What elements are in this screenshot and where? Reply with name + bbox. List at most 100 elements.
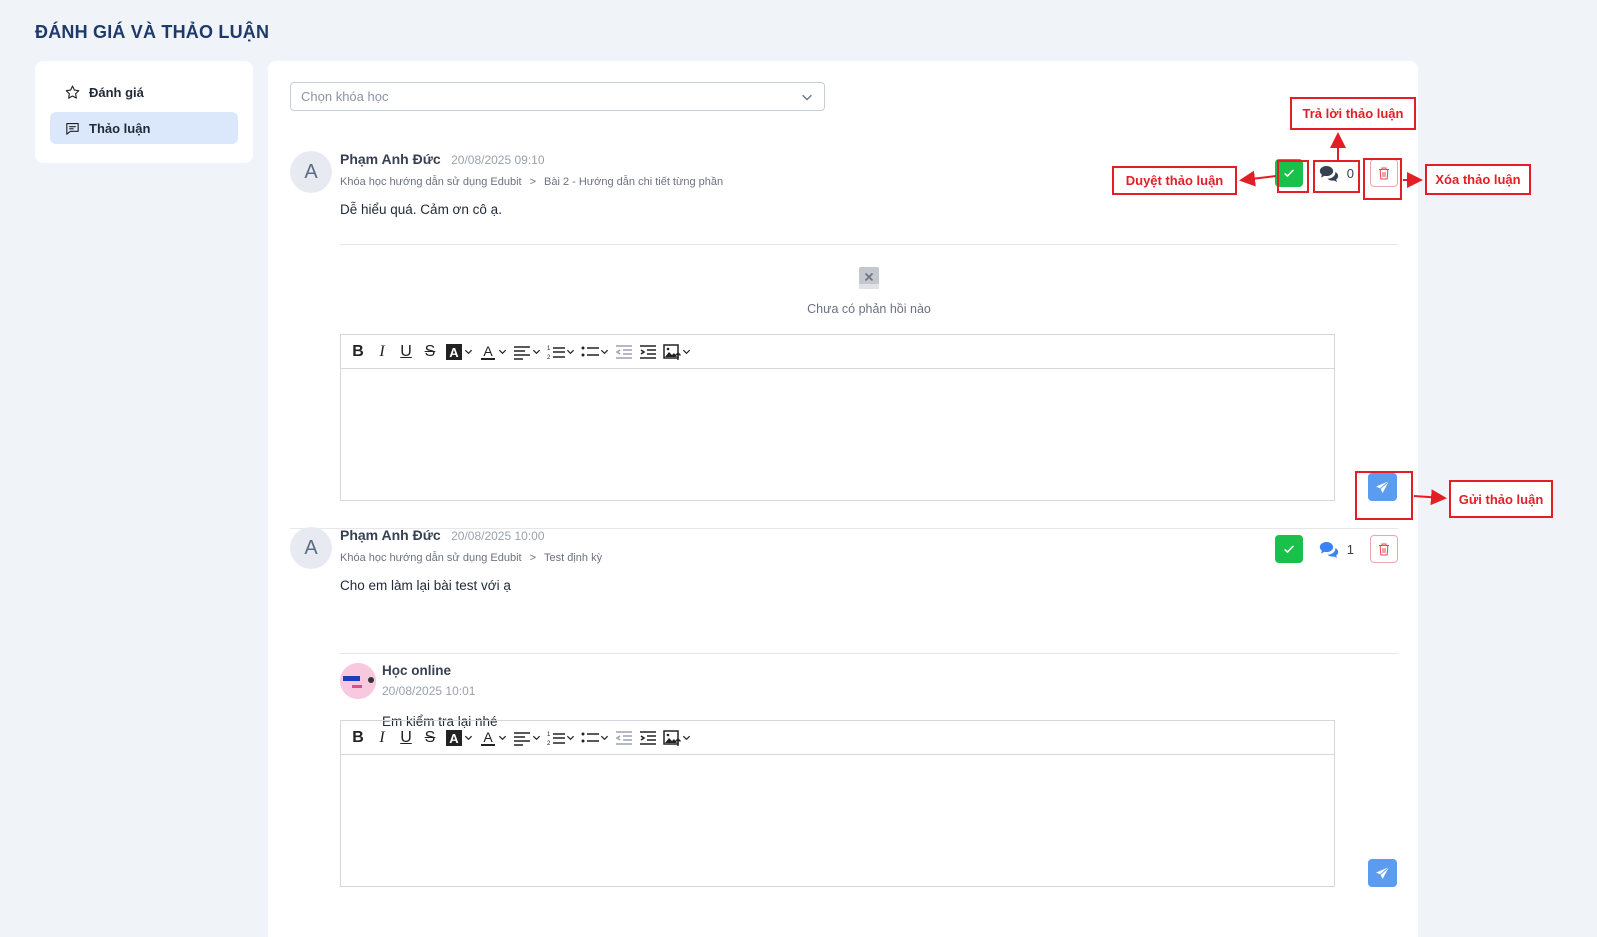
annotation-box-delete (1363, 158, 1402, 200)
svg-text:A: A (449, 731, 459, 746)
ordered-list-button[interactable]: 12 (547, 726, 575, 750)
highlight-color-button[interactable]: A (445, 340, 473, 364)
svg-text:2: 2 (547, 355, 551, 360)
lesson-name: Bài 2 - Hướng dẫn chi tiết từng phần (544, 176, 724, 188)
author-name: Phạm Anh Đức (340, 527, 441, 543)
italic-icon: I (379, 342, 385, 360)
ordered-list-button[interactable]: 12 (547, 340, 575, 364)
font-color-icon: A (481, 730, 495, 746)
chevron-down-icon (464, 349, 473, 355)
divider (340, 244, 1398, 245)
course-name: Khóa học hướng dẫn sử dụng Edubit (340, 176, 522, 188)
avatar: A (290, 527, 332, 569)
ordered-list-icon: 12 (547, 732, 565, 746)
delete-button[interactable] (1370, 535, 1398, 563)
indent-button[interactable] (639, 340, 657, 364)
strikethrough-button[interactable]: S (421, 726, 439, 750)
chevron-down-icon (532, 349, 541, 355)
breadcrumb-separator: > (529, 552, 537, 564)
align-button[interactable] (513, 340, 541, 364)
highlight-color-button[interactable]: A (445, 726, 473, 750)
main-panel: Chọn khóa học A Phạm Anh Đức 20/08/2025 … (268, 61, 1418, 937)
align-button[interactable] (513, 726, 541, 750)
sidebar-item-thao-luan[interactable]: Thảo luận (50, 112, 238, 144)
send-button[interactable] (1368, 859, 1397, 887)
indent-button[interactable] (639, 726, 657, 750)
post-time: 20/08/2025 09:10 (451, 153, 545, 167)
course-select-placeholder: Chọn khóa học (301, 89, 389, 104)
star-icon (65, 85, 80, 99)
indent-icon (640, 730, 656, 745)
align-left-icon (514, 731, 530, 746)
reply-time: 20/08/2025 10:01 (382, 684, 476, 698)
chevron-down-icon (566, 735, 575, 741)
outdent-icon (615, 730, 632, 745)
italic-button[interactable]: I (373, 340, 391, 364)
empty-box-icon (859, 267, 879, 289)
author-name: Phạm Anh Đức (340, 151, 441, 167)
trash-icon (1379, 543, 1389, 555)
reply-editor: B I U S A A 12 (340, 720, 1335, 887)
breadcrumb: Khóa học hướng dẫn sử dụng Edubit > Bài 2 … (340, 176, 723, 188)
bullet-list-button[interactable] (581, 726, 609, 750)
reply-editor: B I U S A A 12 (340, 334, 1335, 501)
svg-text:A: A (483, 344, 493, 359)
page-title: ĐÁNH GIÁ VÀ THẢO LUẬN (35, 22, 270, 42)
font-color-icon: A (481, 344, 495, 360)
sidebar-item-danh-gia[interactable]: Đánh giá (50, 76, 238, 108)
sidebar-item-label: Thảo luận (89, 120, 151, 136)
font-color-button[interactable]: A (479, 726, 507, 750)
svg-text:A: A (483, 730, 493, 745)
editor-toolbar: B I U S A A 12 (341, 721, 1334, 755)
underline-button[interactable]: U (397, 340, 415, 364)
highlight-icon: A (446, 729, 462, 746)
reply-count-button[interactable]: 1 (1313, 541, 1360, 558)
comments-icon (1319, 541, 1338, 558)
chevron-down-icon (566, 349, 575, 355)
chevron-down-icon (802, 94, 812, 101)
ordered-list-icon: 12 (547, 346, 565, 360)
indent-icon (640, 344, 656, 359)
insert-image-button[interactable] (663, 340, 691, 364)
bullet-list-button[interactable] (581, 340, 609, 364)
annotation-box-approve (1277, 160, 1309, 193)
bold-button[interactable]: B (349, 726, 367, 750)
strikethrough-button[interactable]: S (421, 340, 439, 364)
svg-text:1: 1 (547, 346, 551, 352)
outdent-button[interactable] (615, 340, 633, 364)
bold-button[interactable]: B (349, 340, 367, 364)
italic-icon: I (379, 728, 385, 746)
editor-text-area[interactable] (341, 369, 1334, 500)
avatar: A (290, 151, 332, 193)
approve-button[interactable] (1274, 535, 1303, 563)
annotation-label-approve: Duyệt thảo luận (1112, 166, 1237, 195)
discussion-content: Cho em làm lại bài test với ạ (340, 578, 511, 593)
course-select[interactable]: Chọn khóa học (290, 82, 825, 111)
chat-icon (66, 122, 79, 135)
svg-text:1: 1 (547, 732, 551, 738)
discussion-content: Dễ hiểu quá. Cảm ơn cô ạ. (340, 202, 502, 217)
chevron-down-icon (682, 349, 691, 355)
italic-button[interactable]: I (373, 726, 391, 750)
post-time: 20/08/2025 10:00 (451, 529, 545, 543)
chevron-down-icon (464, 735, 473, 741)
svg-text:2: 2 (547, 741, 551, 746)
chevron-down-icon (600, 735, 609, 741)
font-color-button[interactable]: A (479, 340, 507, 364)
annotation-box-reply (1313, 160, 1360, 193)
sidebar: Đánh giá Thảo luận (35, 61, 253, 163)
reply-avatar (340, 663, 376, 699)
chevron-down-icon (682, 735, 691, 741)
empty-replies: Chưa có phản hồi nào (340, 266, 1398, 316)
send-icon (1375, 866, 1390, 879)
editor-text-area[interactable] (341, 755, 1334, 886)
chevron-down-icon (600, 349, 609, 355)
reply-author: Học online (382, 663, 452, 678)
insert-image-button[interactable] (663, 726, 691, 750)
breadcrumb: Khóa học hướng dẫn sử dụng Edubit > Test đ… (340, 552, 602, 564)
underline-button[interactable]: U (397, 726, 415, 750)
image-icon (663, 343, 681, 360)
empty-text: Chưa có phản hồi nào (807, 302, 931, 316)
image-icon (663, 729, 681, 746)
outdent-button[interactable] (615, 726, 633, 750)
